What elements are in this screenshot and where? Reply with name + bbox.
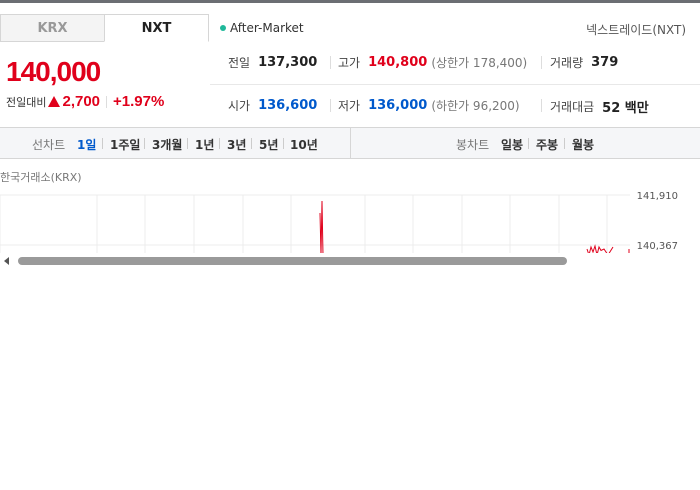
stat-label: 거래대금 bbox=[550, 100, 595, 114]
stat-high: 고가 140,800 (상한가 178,400) bbox=[338, 54, 527, 71]
up-triangle-icon bbox=[48, 96, 61, 107]
scrollbar-thumb[interactable] bbox=[18, 257, 567, 265]
toolbar-separator bbox=[187, 138, 188, 149]
toolbar-divider bbox=[350, 128, 351, 158]
price-chart-svg: 141,910 140,367 bbox=[0, 191, 678, 254]
stat-separator bbox=[330, 56, 331, 69]
session-status: After-Market bbox=[220, 21, 304, 35]
stat-label: 저가 bbox=[338, 99, 361, 113]
period-1d-button[interactable]: 1일 bbox=[77, 136, 96, 153]
session-dot-icon bbox=[220, 25, 226, 31]
lower-limit: (하한가 96,200) bbox=[431, 99, 520, 113]
stat-value: 140,800 bbox=[368, 55, 428, 70]
period-3m-button[interactable]: 3개월 bbox=[152, 136, 182, 153]
stats-divider bbox=[210, 84, 700, 85]
chart-scrollbar[interactable] bbox=[0, 253, 700, 269]
chart-toolbar: 선차트 1일 1주일 3개월 1년 3년 5년 10년 봉차트 일봉 주봉 월봉 bbox=[0, 127, 700, 159]
stat-separator bbox=[541, 99, 542, 112]
candle-chart-label: 봉차트 bbox=[456, 138, 490, 152]
upper-limit: (상한가 178,400) bbox=[431, 56, 528, 70]
price-line-segment bbox=[319, 200, 324, 254]
change-separator bbox=[106, 95, 108, 108]
tab-krx[interactable]: KRX bbox=[0, 14, 105, 42]
stat-separator bbox=[330, 99, 331, 112]
session-label: After-Market bbox=[230, 21, 304, 35]
top-border bbox=[0, 0, 700, 3]
period-5y-button[interactable]: 5년 bbox=[259, 136, 278, 153]
change-label: 전일대비 bbox=[6, 95, 47, 109]
toolbar-separator bbox=[219, 138, 220, 149]
stat-value: 136,600 bbox=[258, 98, 318, 113]
period-monthly-candle-button[interactable]: 월봉 bbox=[572, 136, 594, 153]
period-weekly-candle-button[interactable]: 주봉 bbox=[536, 136, 558, 153]
toolbar-separator bbox=[251, 138, 252, 149]
period-3y-button[interactable]: 3년 bbox=[227, 136, 246, 153]
scroll-left-arrow-icon[interactable] bbox=[4, 257, 9, 265]
period-10y-button[interactable]: 10년 bbox=[290, 136, 318, 153]
chart-source-label: 한국거래소(KRX) bbox=[0, 171, 82, 184]
y-tick-label: 141,910 bbox=[637, 191, 678, 202]
change-value: 2,700 bbox=[62, 93, 101, 110]
price-chart: 141,910 140,367 bbox=[0, 190, 700, 254]
stat-value: 52 백만 bbox=[602, 101, 649, 116]
stat-value: 137,300 bbox=[258, 55, 318, 70]
stat-label: 고가 bbox=[338, 56, 361, 70]
exchange-name: 넥스트레이드(NXT) bbox=[586, 23, 686, 37]
stat-prev-close: 전일 137,300 bbox=[228, 54, 317, 71]
period-1w-button[interactable]: 1주일 bbox=[110, 136, 140, 153]
toolbar-separator bbox=[564, 138, 565, 149]
line-chart-label: 선차트 bbox=[32, 138, 66, 152]
tab-nxt[interactable]: NXT bbox=[104, 14, 209, 42]
toolbar-separator bbox=[283, 138, 284, 149]
stat-label: 전일 bbox=[228, 56, 251, 70]
stat-trade-value: 거래대금 52 백만 bbox=[550, 97, 649, 116]
y-tick-label: 140,367 bbox=[637, 241, 678, 252]
period-daily-candle-button[interactable]: 일봉 bbox=[501, 136, 523, 153]
toolbar-separator bbox=[528, 138, 529, 149]
stat-open: 시가 136,600 bbox=[228, 97, 317, 114]
stat-separator bbox=[541, 56, 542, 69]
stat-label: 시가 bbox=[228, 99, 251, 113]
tab-underline bbox=[0, 41, 104, 42]
toolbar-separator bbox=[102, 138, 103, 149]
exchange-tabs: KRX NXT bbox=[0, 14, 210, 42]
current-price: 140,000 bbox=[6, 56, 101, 87]
period-1y-button[interactable]: 1년 bbox=[195, 136, 214, 153]
stat-volume: 거래량 379 bbox=[550, 54, 618, 71]
stat-low: 저가 136,000 (하한가 96,200) bbox=[338, 97, 520, 114]
stat-value: 136,000 bbox=[368, 98, 428, 113]
stat-label: 거래량 bbox=[550, 56, 584, 70]
toolbar-separator bbox=[144, 138, 145, 149]
change-percent: +1.97% bbox=[113, 93, 165, 110]
stat-value: 379 bbox=[591, 55, 619, 70]
price-change-row: 전일대비 2,700 +1.97% bbox=[6, 93, 164, 110]
